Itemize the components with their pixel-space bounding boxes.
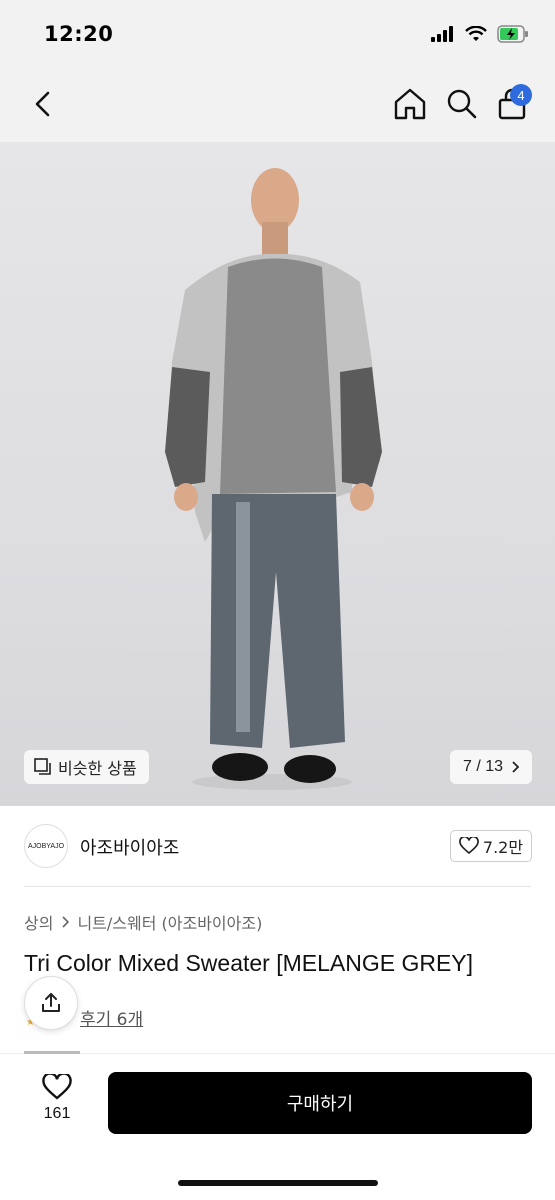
chevron-right-icon xyxy=(512,761,520,773)
similar-products-label: 비슷한 상품 xyxy=(58,759,137,778)
buy-button[interactable]: 구매하기 xyxy=(108,1072,532,1134)
search-button[interactable] xyxy=(444,86,480,122)
search-icon xyxy=(447,89,477,119)
similar-icon xyxy=(34,758,51,775)
divider xyxy=(24,886,531,887)
battery-icon xyxy=(497,25,528,43)
cart-badge: 4 xyxy=(510,84,532,106)
brand-like-button[interactable]: 7.2만 xyxy=(450,830,532,862)
back-icon xyxy=(35,91,50,117)
heart-icon xyxy=(459,837,479,855)
wishlist-count: 161 xyxy=(43,1105,71,1122)
status-icons xyxy=(431,25,529,43)
share-icon xyxy=(42,993,60,1012)
wishlist-button[interactable]: 161 xyxy=(34,1074,80,1123)
share-button[interactable] xyxy=(24,976,78,1030)
back-button[interactable] xyxy=(26,88,58,120)
home-button[interactable] xyxy=(392,86,428,122)
nav-bar: 4 xyxy=(0,70,555,142)
similar-products-button[interactable]: 비슷한 상품 xyxy=(24,750,149,784)
breadcrumb-item-subcategory[interactable]: 니트/스웨터 (아조바이아조) xyxy=(77,910,262,934)
heart-icon xyxy=(42,1074,72,1100)
brand-logo[interactable]: AJOBYAJO xyxy=(24,824,68,868)
signal-icon xyxy=(431,26,453,42)
brand-row: AJOBYAJO 아조바이아조 7.2만 xyxy=(0,806,555,886)
brand-logo-text: AJOBYAJO xyxy=(27,842,65,850)
status-bar: 12:20 xyxy=(0,0,555,70)
wifi-icon xyxy=(465,26,487,41)
status-time: 12:20 xyxy=(44,22,114,46)
brand-like-count: 7.2만 xyxy=(482,838,524,857)
model-photo xyxy=(165,168,382,790)
image-pager[interactable]: 7 / 13 xyxy=(450,750,532,784)
review-link[interactable]: 후기 6개 xyxy=(80,1005,143,1030)
home-icon xyxy=(394,88,426,120)
chevron-right-icon xyxy=(62,916,70,928)
breadcrumb: 상의 니트/스웨터 (아조바이아조) xyxy=(24,910,262,934)
home-indicator xyxy=(178,1180,378,1186)
page-indicator: 7 / 13 xyxy=(462,758,504,775)
bottom-action-bar: 161 구매하기 xyxy=(0,1054,555,1200)
product-title: Tri Color Mixed Sweater [MELANGE GREY] xyxy=(24,950,474,976)
breadcrumb-item-category[interactable]: 상의 xyxy=(24,910,53,934)
product-image[interactable]: 비슷한 상품 7 / 13 xyxy=(0,142,555,806)
brand-name[interactable]: 아조바이아조 xyxy=(80,834,179,860)
